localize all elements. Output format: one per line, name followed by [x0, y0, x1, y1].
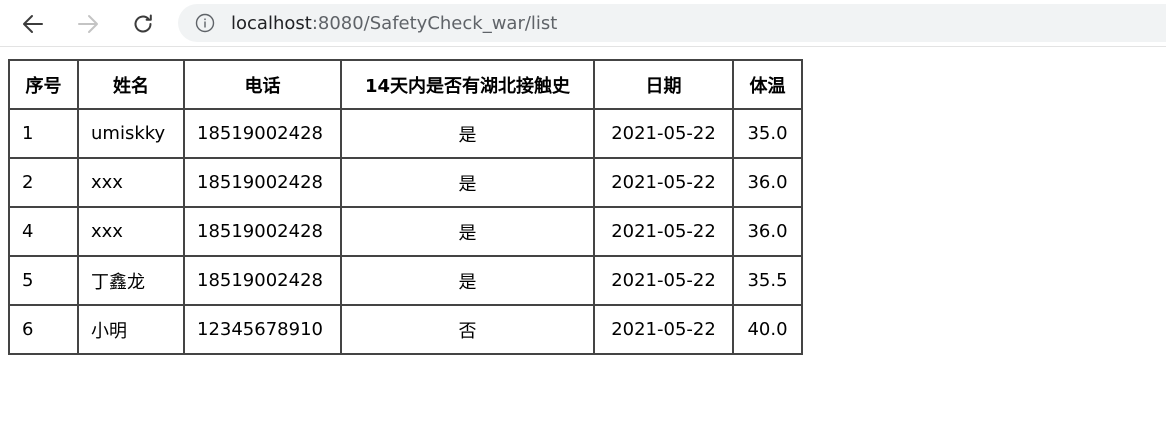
table-row: 2 xxx 18519002428 是 2021-05-22 36.0: [8, 157, 803, 208]
back-button[interactable]: [16, 7, 50, 41]
cell-id: 2: [8, 157, 79, 208]
column-header-phone: 电话: [183, 59, 342, 110]
column-header-temperature: 体温: [732, 59, 803, 110]
table-header-row: 序号 姓名 电话 14天内是否有湖北接触史 日期 体温: [8, 59, 803, 110]
cell-phone: 18519002428: [183, 255, 342, 306]
forward-button[interactable]: [71, 7, 105, 41]
browser-toolbar: localhost:8080/SafetyCheck_war/list: [0, 0, 1166, 47]
reload-button[interactable]: [126, 7, 160, 41]
cell-date: 2021-05-22: [593, 157, 734, 208]
column-header-id: 序号: [8, 59, 79, 110]
table-row: 6 小明 12345678910 否 2021-05-22 40.0: [8, 304, 803, 355]
table-row: 4 xxx 18519002428 是 2021-05-22 36.0: [8, 206, 803, 257]
reload-icon: [134, 14, 152, 33]
cell-name: xxx: [77, 206, 185, 257]
cell-date: 2021-05-22: [593, 255, 734, 306]
cell-id: 6: [8, 304, 79, 355]
url-host: localhost: [231, 12, 312, 34]
cell-name: umiskky: [77, 108, 185, 159]
cell-id: 4: [8, 206, 79, 257]
arrow-right-icon: [78, 15, 98, 33]
column-header-hubei-contact: 14天内是否有湖北接触史: [340, 59, 595, 110]
column-header-date: 日期: [593, 59, 734, 110]
cell-phone: 18519002428: [183, 108, 342, 159]
cell-hubei-contact: 否: [340, 304, 595, 355]
cell-phone: 18519002428: [183, 206, 342, 257]
url-path: :8080/SafetyCheck_war/list: [311, 12, 558, 34]
cell-phone: 18519002428: [183, 157, 342, 208]
cell-id: 5: [8, 255, 79, 306]
table-row: 5 丁鑫龙 18519002428 是 2021-05-22 35.5: [8, 255, 803, 306]
cell-id: 1: [8, 108, 79, 159]
column-header-name: 姓名: [77, 59, 185, 110]
cell-hubei-contact: 是: [340, 157, 595, 208]
cell-phone: 12345678910: [183, 304, 342, 355]
cell-temperature: 35.5: [732, 255, 803, 306]
cell-temperature: 35.0: [732, 108, 803, 159]
cell-temperature: 36.0: [732, 157, 803, 208]
url-text[interactable]: localhost:8080/SafetyCheck_war/list: [231, 13, 557, 34]
cell-temperature: 36.0: [732, 206, 803, 257]
cell-name: 丁鑫龙: [77, 255, 185, 306]
cell-hubei-contact: 是: [340, 255, 595, 306]
cell-date: 2021-05-22: [593, 206, 734, 257]
records-table: 序号 姓名 电话 14天内是否有湖北接触史 日期 体温 1 umiskky 18…: [8, 59, 803, 355]
info-icon[interactable]: [195, 13, 215, 33]
cell-name: xxx: [77, 157, 185, 208]
cell-hubei-contact: 是: [340, 108, 595, 159]
cell-name: 小明: [77, 304, 185, 355]
cell-temperature: 40.0: [732, 304, 803, 355]
cell-date: 2021-05-22: [593, 108, 734, 159]
address-bar[interactable]: localhost:8080/SafetyCheck_war/list: [178, 4, 1166, 42]
arrow-left-icon: [23, 15, 43, 33]
cell-hubei-contact: 是: [340, 206, 595, 257]
table-row: 1 umiskky 18519002428 是 2021-05-22 35.0: [8, 108, 803, 159]
cell-date: 2021-05-22: [593, 304, 734, 355]
